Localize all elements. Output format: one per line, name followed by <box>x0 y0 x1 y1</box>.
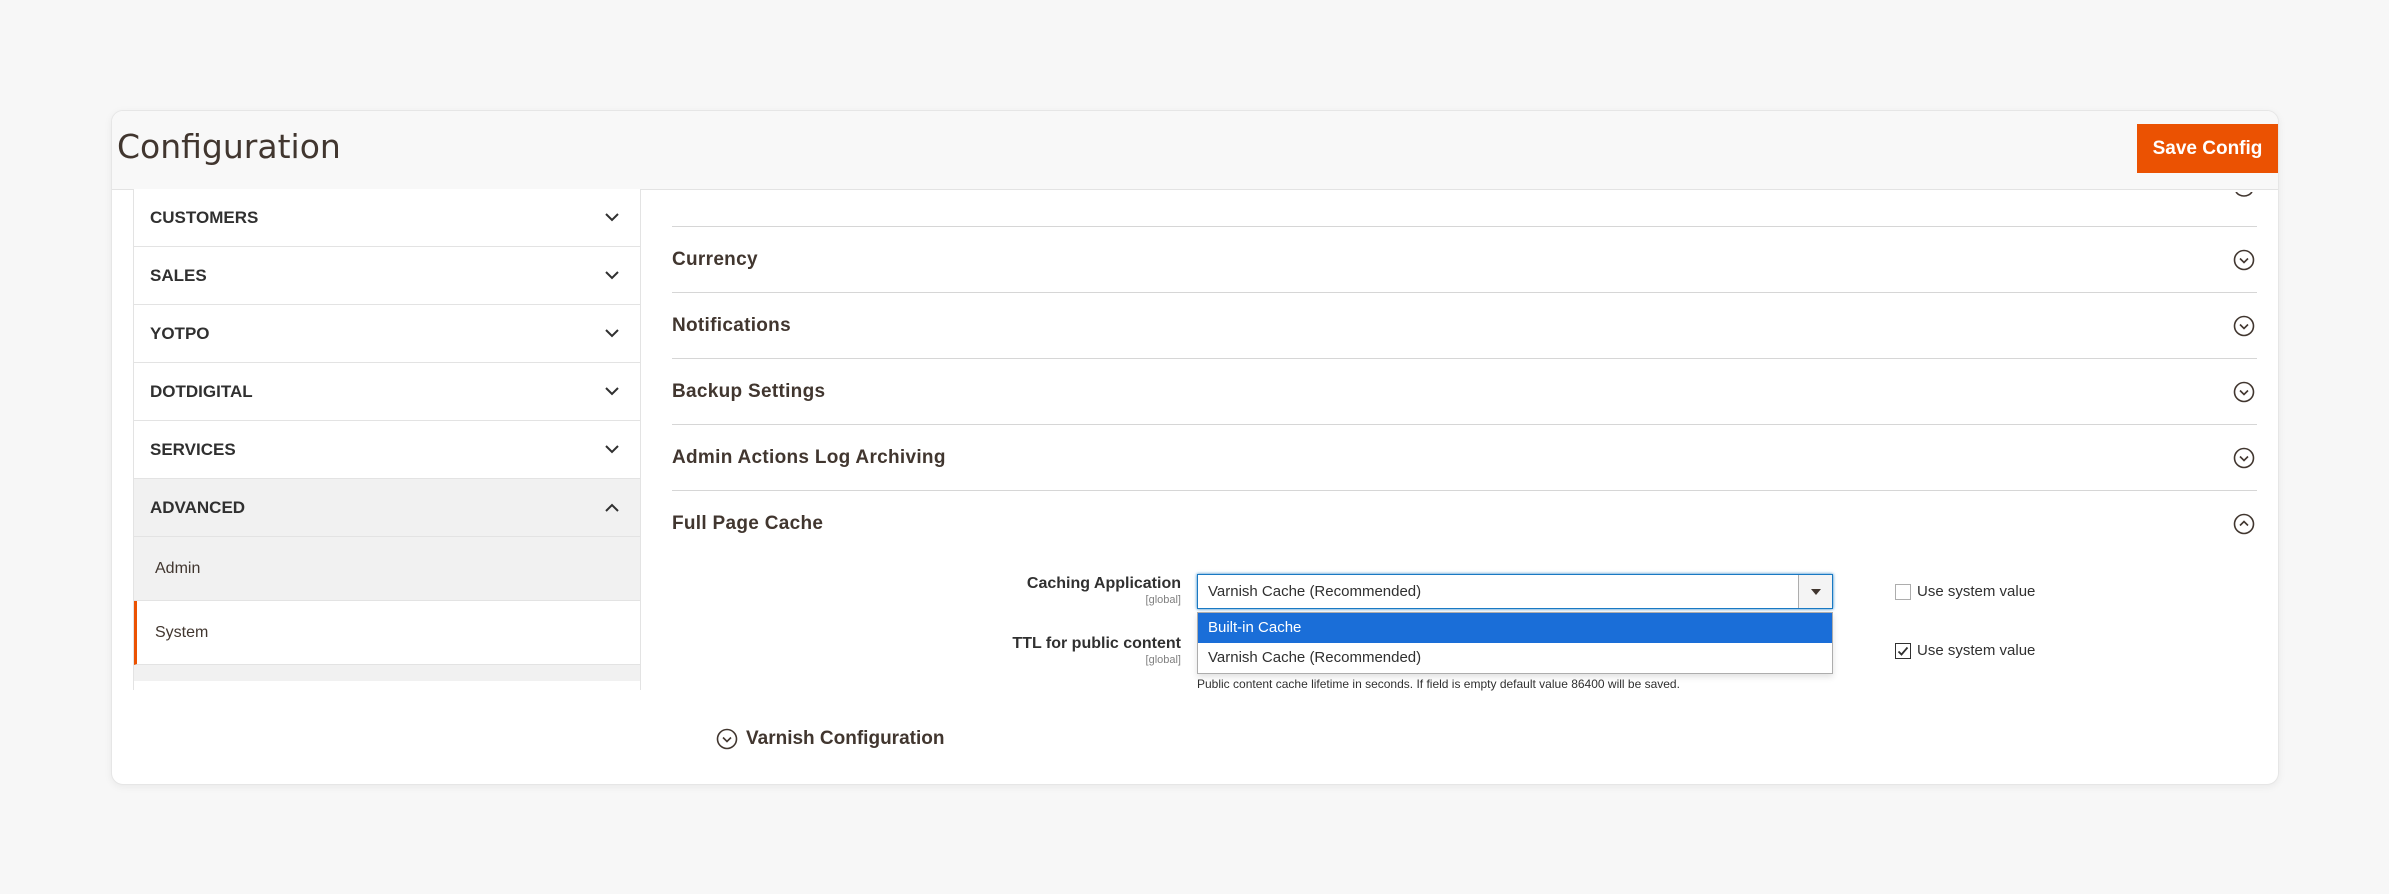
sidebar-item-admin[interactable]: Admin <box>134 537 640 601</box>
use-system-value-label: Use system value <box>1917 583 2036 600</box>
chevron-down-icon <box>602 208 622 228</box>
sidebar-section-label: SALES <box>150 265 207 285</box>
field-label-text: Caching Application <box>1026 575 1181 592</box>
expand-circle-icon[interactable] <box>2233 249 2255 271</box>
scope-label: [global] <box>1145 594 1181 606</box>
caching-application-select[interactable]: Varnish Cache (Recommended) <box>1197 574 1833 609</box>
sidebar-section-sales[interactable]: SALES <box>134 247 640 305</box>
sidebar-section-label: SERVICES <box>150 439 236 459</box>
ttl-public-content-label: TTL for public content [global] <box>881 635 1181 666</box>
use-system-value-label: Use system value <box>1917 642 2036 659</box>
scope-label: [global] <box>1145 654 1181 666</box>
section-label: Backup Settings <box>672 380 826 402</box>
section-full-page-cache[interactable]: Full Page Cache <box>672 491 2257 557</box>
expand-circle-icon[interactable] <box>2233 315 2255 337</box>
sidebar-item-label: Admin <box>155 559 201 577</box>
group-label: Varnish Configuration <box>746 728 945 749</box>
caching-application-label: Caching Application [global] <box>881 575 1181 606</box>
section-label: Currency <box>672 248 758 270</box>
option-varnish-cache[interactable]: Varnish Cache (Recommended) <box>1198 643 1832 673</box>
sidebar-section-advanced[interactable]: ADVANCED <box>134 479 640 537</box>
page-title: Configuration <box>117 127 341 166</box>
expand-circle-icon <box>716 728 738 750</box>
sidebar-section-label: DOTDIGITAL <box>150 381 253 401</box>
section-scrolled-offscreen <box>672 189 2257 227</box>
sidebar-section-label: CUSTOMERS <box>150 207 259 227</box>
config-sidebar: CUSTOMERS SALES YOTPO DOTDIGITAL SERVICE… <box>133 189 641 690</box>
dropdown-arrow-icon[interactable] <box>1798 575 1832 608</box>
chevron-down-icon <box>602 324 622 344</box>
sidebar-item-system[interactable]: System <box>134 601 640 665</box>
sidebar-section-yotpo[interactable]: YOTPO <box>134 305 640 363</box>
caching-application-options: Built-in Cache Varnish Cache (Recommende… <box>1197 612 1833 674</box>
section-label: Full Page Cache <box>672 513 824 534</box>
collapse-toggle-icon[interactable] <box>2233 191 2255 213</box>
expand-circle-icon[interactable] <box>2233 381 2255 403</box>
configuration-panel: Configuration Save Config CUSTOMERS SALE… <box>111 110 2279 785</box>
field-label-text: TTL for public content <box>1012 635 1181 652</box>
save-config-button[interactable]: Save Config <box>2137 124 2278 173</box>
varnish-configuration-group[interactable]: Varnish Configuration <box>716 721 944 757</box>
section-notifications[interactable]: Notifications <box>672 293 2257 359</box>
sidebar-section-dotdigital[interactable]: DOTDIGITAL <box>134 363 640 421</box>
sidebar-section-label: YOTPO <box>150 323 210 343</box>
checkmark-icon <box>1897 646 1909 656</box>
sidebar-footer <box>134 665 640 681</box>
section-admin-actions-log-archiving[interactable]: Admin Actions Log Archiving <box>672 425 2257 491</box>
chevron-up-icon <box>602 498 622 518</box>
sidebar-item-label: System <box>155 623 209 641</box>
expand-circle-icon[interactable] <box>2233 447 2255 469</box>
sidebar-section-label: ADVANCED <box>150 497 246 517</box>
caching-use-system-checkbox[interactable] <box>1895 584 1911 600</box>
collapse-circle-icon[interactable] <box>2233 513 2255 535</box>
chevron-down-icon <box>602 382 622 402</box>
ttl-field-note: Public content cache lifetime in seconds… <box>1197 677 1680 691</box>
chevron-down-icon <box>602 440 622 460</box>
option-built-in-cache[interactable]: Built-in Cache <box>1198 613 1832 643</box>
section-backup-settings[interactable]: Backup Settings <box>672 359 2257 425</box>
section-label: Admin Actions Log Archiving <box>672 446 946 468</box>
section-currency[interactable]: Currency <box>672 227 2257 293</box>
sidebar-section-customers[interactable]: CUSTOMERS <box>134 189 640 247</box>
select-value: Varnish Cache (Recommended) <box>1208 583 1422 600</box>
page-header: Configuration Save Config <box>112 111 2278 190</box>
sidebar-section-services[interactable]: SERVICES <box>134 421 640 479</box>
chevron-down-icon <box>602 266 622 286</box>
section-label: Notifications <box>672 314 791 336</box>
ttl-use-system-checkbox[interactable] <box>1895 643 1911 659</box>
